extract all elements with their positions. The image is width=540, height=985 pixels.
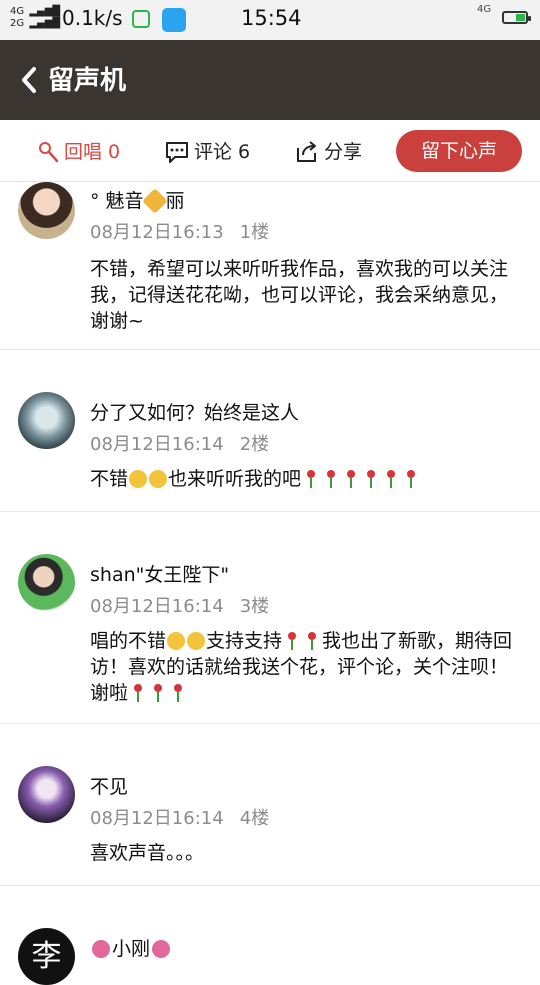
app-header: 留声机	[0, 40, 540, 120]
avatar-char: 李	[31, 939, 62, 974]
comment-text: 喜欢声音。。。	[90, 842, 205, 864]
hug-emoji-icon	[187, 632, 206, 650]
rose-icon	[325, 470, 337, 488]
net-type-bottom: 2G	[10, 18, 25, 29]
comment-floor: 1楼	[239, 222, 270, 243]
network-type-right: 4G	[477, 4, 492, 15]
flower-emoji-icon	[152, 940, 171, 958]
comment-bubble-icon	[166, 142, 188, 163]
comment-floor: 4楼	[239, 808, 270, 829]
sparkle-emoji-icon	[141, 188, 168, 214]
username-prefix: ° 魅音	[90, 190, 144, 212]
share-button[interactable]: 分享	[294, 138, 362, 166]
rose-icon	[305, 470, 317, 488]
comment-text-part: 唱的不错	[90, 630, 167, 652]
clock: 15:54	[241, 6, 302, 30]
comment-time: 08月12日16:13	[90, 222, 224, 243]
comment-text-part: 支持支持	[206, 630, 283, 652]
comment-floor: 3楼	[239, 596, 270, 617]
flower-emoji-icon	[92, 940, 110, 958]
rose-icon	[306, 632, 318, 650]
comment-username[interactable]: 小刚	[90, 934, 172, 961]
avatar[interactable]	[18, 182, 75, 239]
avatar[interactable]	[18, 554, 75, 611]
microphone-icon	[39, 142, 59, 163]
signal-bars-icon: ▂▄▆█	[29, 18, 61, 29]
signal-bars-icon: ▂▄▆█	[29, 6, 61, 17]
rose-icon	[152, 684, 164, 702]
comment-floor: 2楼	[239, 434, 270, 455]
comment-username[interactable]: ° 魅音丽	[90, 186, 185, 214]
comment-username[interactable]: 不见	[90, 772, 128, 799]
comment-item: 不见 08月12日16:14 4楼 喜欢声音。。。	[0, 724, 540, 886]
comment-text-part: 不错	[90, 468, 129, 490]
comment-meta: 08月12日16:14 3楼	[90, 592, 269, 618]
comment-time: 08月12日16:14	[90, 596, 224, 617]
comment-text-part: 也来听听我的吧	[168, 468, 302, 490]
rose-icon	[132, 684, 144, 702]
avatar[interactable]	[18, 392, 75, 449]
rose-icon	[172, 684, 184, 702]
signal-indicator: 4G ▂▄▆█ 2G ▂▄▆█	[10, 6, 60, 30]
comment-meta: 08月12日16:14 2楼	[90, 430, 269, 456]
smile-emoji-icon	[129, 470, 148, 488]
comment-text: 不错，希望可以来听听我作品，喜欢我的可以关注我，记得送花花呦，也可以评论，我会采…	[90, 258, 509, 332]
rose-icon	[286, 632, 298, 650]
leave-message-button[interactable]: 留下心声	[396, 130, 522, 172]
battery-icon	[502, 11, 531, 24]
comment-label: 评论 6	[194, 141, 251, 163]
wechat-notification-icon	[132, 10, 150, 28]
smile-emoji-icon	[149, 470, 168, 488]
page-title: 留声机	[48, 66, 127, 96]
comment-username[interactable]: 分了又如何？始终是这人	[90, 398, 299, 425]
avatar[interactable]	[18, 766, 75, 823]
reply-label: 回唱 0	[64, 141, 121, 163]
share-label: 分享	[324, 141, 363, 163]
rose-icon	[405, 470, 417, 488]
comment-text: 唱的不错 支持支持 我也出了新歌，期待回访！喜欢的话就给我送个花，评个论，关个注呗！…	[90, 628, 520, 706]
comment-meta: 08月12日16:14 4楼	[90, 804, 269, 830]
comment-item: ° 魅音丽 08月12日16:13 1楼 不错，希望可以来听听我作品，喜欢我的可以…	[0, 182, 540, 350]
username-suffix: 丽	[165, 190, 185, 212]
net-type-top: 4G	[10, 6, 25, 17]
comment-item: 分了又如何？始终是这人 08月12日16:14 2楼 不错 也来听听我的吧	[0, 350, 540, 512]
app-notification-icon	[162, 8, 186, 32]
status-bar: 4G ▂▄▆█ 2G ▂▄▆█ 0.1k/s 15:54 4G	[0, 0, 540, 40]
share-icon	[297, 141, 316, 162]
avatar[interactable]: 李	[18, 928, 75, 985]
comment-item: 李 小刚	[0, 886, 540, 985]
back-button[interactable]	[16, 62, 46, 98]
comment-meta: 08月12日16:13 1楼	[90, 218, 269, 244]
comment-time: 08月12日16:14	[90, 808, 224, 829]
username-text: 小刚	[112, 938, 151, 960]
comment-item: shan"女王陛下" 08月12日16:14 3楼 唱的不错 支持支持 我也出了新歌，…	[0, 512, 540, 724]
rose-icon	[345, 470, 357, 488]
rose-icon	[385, 470, 397, 488]
action-bar: 回唱 0 评论 6 分享 留下心声	[0, 120, 540, 182]
chevron-left-icon	[22, 67, 36, 93]
network-rate: 0.1k/s	[62, 6, 123, 30]
comment-username[interactable]: shan"女王陛下"	[90, 560, 229, 587]
rose-icon	[365, 470, 377, 488]
comment-text: 不错 也来听听我的吧	[90, 466, 520, 492]
comment-time: 08月12日16:14	[90, 434, 224, 455]
hug-emoji-icon	[167, 632, 186, 650]
reply-button[interactable]: 回唱 0	[36, 138, 120, 166]
comment-button[interactable]: 评论 6	[164, 138, 250, 166]
